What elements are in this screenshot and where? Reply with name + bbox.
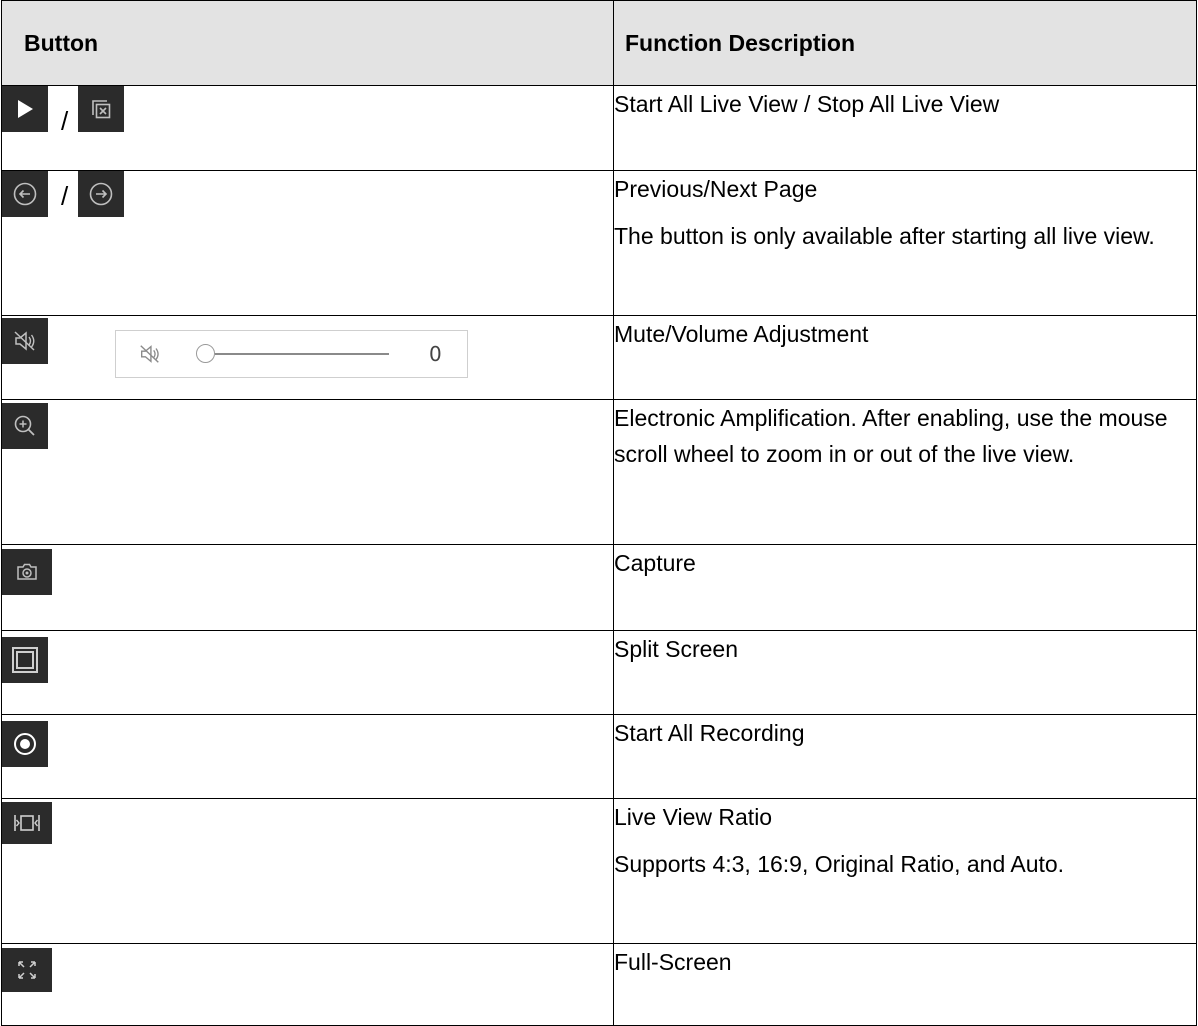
table-row: Capture bbox=[1, 544, 1197, 631]
previous-page-icon bbox=[2, 171, 48, 217]
button-cell: / bbox=[1, 85, 614, 171]
button-cell bbox=[1, 943, 614, 1026]
table-row: Live View Ratio Supports 4:3, 16:9, Orig… bbox=[1, 798, 1197, 944]
table-header-row: Button Function Description bbox=[1, 0, 1197, 86]
table-row: / Start All Live View / Stop All Live Vi… bbox=[1, 85, 1197, 171]
description-cell: Previous/Next Page The button is only av… bbox=[613, 170, 1197, 316]
record-icon bbox=[2, 721, 48, 767]
fullscreen-icon bbox=[2, 948, 52, 992]
table-row: Split Screen bbox=[1, 630, 1197, 715]
button-cell bbox=[1, 630, 614, 715]
description-cell: Capture bbox=[613, 544, 1197, 631]
button-cell: / bbox=[1, 170, 614, 316]
table-row: / Previous/Next Page The button is only … bbox=[1, 170, 1197, 316]
mute-icon bbox=[2, 318, 48, 364]
button-cell bbox=[1, 544, 614, 631]
table-row: Electronic Amplification. After enabling… bbox=[1, 399, 1197, 545]
description-cell: Start All Recording bbox=[613, 714, 1197, 799]
stop-all-icon bbox=[78, 86, 125, 132]
description-cell: Start All Live View / Stop All Live View bbox=[613, 85, 1197, 171]
volume-value: 0 bbox=[429, 342, 442, 366]
button-cell bbox=[1, 714, 614, 799]
separator: / bbox=[61, 106, 69, 136]
volume-mute-icon bbox=[138, 342, 162, 371]
button-cell bbox=[1, 399, 614, 545]
header-function-description: Function Description bbox=[613, 0, 1197, 86]
volume-knob bbox=[196, 344, 215, 363]
button-function-table: Button Function Description / Start All … bbox=[1, 0, 1197, 1026]
next-page-icon bbox=[78, 171, 125, 217]
play-icon bbox=[2, 86, 48, 132]
camera-icon bbox=[2, 549, 52, 595]
split-screen-icon bbox=[2, 637, 48, 683]
zoom-in-icon bbox=[2, 403, 48, 449]
separator: / bbox=[61, 181, 69, 211]
table-row: Start All Recording bbox=[1, 714, 1197, 799]
table-row: 0 Mute/Volume Adjustment bbox=[1, 315, 1197, 400]
description-cell: Split Screen bbox=[613, 630, 1197, 715]
description-cell: Full-Screen bbox=[613, 943, 1197, 1026]
description-cell: Mute/Volume Adjustment bbox=[613, 315, 1197, 400]
volume-slider: 0 bbox=[115, 330, 468, 378]
ratio-icon bbox=[2, 802, 52, 844]
button-cell bbox=[1, 798, 614, 944]
description-cell: Live View Ratio Supports 4:3, 16:9, Orig… bbox=[613, 798, 1197, 944]
button-cell: 0 bbox=[1, 315, 614, 400]
description-cell: Electronic Amplification. After enabling… bbox=[613, 399, 1197, 545]
volume-track bbox=[215, 353, 389, 355]
table-row: Full-Screen bbox=[1, 943, 1197, 1026]
header-button: Button bbox=[1, 0, 614, 86]
